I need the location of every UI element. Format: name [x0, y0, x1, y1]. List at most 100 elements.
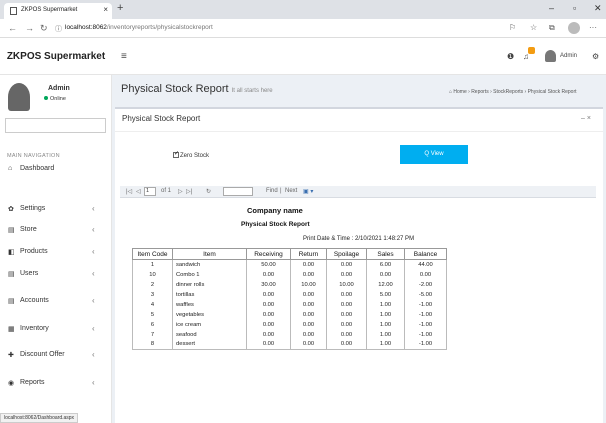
table-cell: 12.00 — [366, 279, 405, 290]
view-button[interactable]: Q View — [400, 145, 468, 164]
column-header: Spoilage — [326, 248, 367, 260]
url-field[interactable]: localhost:8062/inventoryreports/physical… — [65, 24, 213, 31]
prev-page-icon[interactable]: ◁ — [136, 188, 141, 195]
info-icon[interactable]: ⓘ — [55, 24, 62, 34]
avatar[interactable] — [545, 50, 556, 62]
table-cell: 0.00 — [326, 329, 367, 340]
collections-icon[interactable]: ⧉ — [549, 23, 555, 33]
online-status: Online — [44, 96, 66, 102]
notification-badge — [528, 47, 535, 54]
table-cell: -5.00 — [404, 289, 447, 300]
sidebar-search-input[interactable] — [5, 118, 106, 133]
table-cell: 0.00 — [246, 339, 291, 350]
eye-icon: ◉ — [8, 380, 15, 387]
breadcrumb[interactable]: ⌂ Home › Reports › StockReports › Physic… — [449, 89, 577, 95]
column-header: Item Code — [132, 248, 173, 260]
brand-logo[interactable]: ZKPOS Supermarket — [0, 39, 112, 75]
page-number-input[interactable]: 1 — [144, 187, 156, 196]
table-cell: 0.00 — [246, 299, 291, 310]
sidebar-item-label: Reports — [20, 379, 45, 386]
sidebar-item-inventory[interactable]: ▦ Inventory ‹ — [0, 321, 112, 337]
divider — [115, 131, 603, 132]
zero-stock-checkbox[interactable]: Zero Stock — [173, 150, 209, 159]
table-cell: 0.00 — [326, 299, 367, 310]
table-cell: 0.00 — [246, 289, 291, 300]
table-cell: 0.00 — [246, 309, 291, 320]
menu-toggle-icon[interactable]: ≡ — [121, 51, 127, 62]
table-cell: 0.00 — [326, 319, 367, 330]
export-icon[interactable]: ▣ ▾ — [303, 188, 313, 195]
table-cell: 5 — [132, 309, 173, 320]
first-page-icon[interactable]: |◁ — [126, 188, 132, 195]
more-icon[interactable]: ··· — [589, 23, 597, 32]
store-icon: ▤ — [8, 227, 15, 234]
new-tab-icon[interactable]: + — [117, 2, 123, 14]
page-subtitle: It all starts here — [231, 88, 273, 94]
chevron-left-icon: ‹ — [92, 378, 95, 387]
user-name: Admin — [48, 85, 70, 92]
settings-shield-icon[interactable]: ❶ — [507, 52, 514, 61]
users-icon: ▤ — [8, 271, 15, 278]
box-tools[interactable]: – × — [581, 115, 591, 122]
browser-tab[interactable]: ZKPOS Supermarket × — [4, 3, 112, 19]
sidebar-item-accounts[interactable]: ▤ Accounts ‹ — [0, 293, 112, 309]
chevron-left-icon: ‹ — [92, 296, 95, 305]
find-link[interactable]: Find — [266, 188, 278, 194]
favorite-icon[interactable]: ☆ — [530, 23, 537, 32]
find-next-link[interactable]: Next — [285, 188, 297, 194]
profile-icon[interactable] — [568, 22, 580, 34]
header-user-name[interactable]: Admin — [560, 53, 577, 59]
table-cell: 0.00 — [290, 339, 327, 350]
sidebar-item-discount-offer[interactable]: ✚ Discount Offer ‹ — [0, 347, 112, 363]
table-cell: 44.00 — [404, 259, 447, 270]
sidebar-item-dashboard[interactable]: ⌂ Dashboard — [0, 161, 112, 177]
column-header: Balance — [404, 248, 447, 260]
sidebar-item-reports[interactable]: ◉ Reports ‹ — [0, 375, 112, 391]
table-cell: 50.00 — [246, 259, 291, 270]
forward-icon[interactable]: → — [25, 23, 34, 33]
status-bar-url: localhost:8062/Dashboard.aspx — [0, 413, 79, 423]
last-page-icon[interactable]: ▷| — [186, 188, 192, 195]
table-cell: 2 — [132, 279, 173, 290]
sidebar-item-settings[interactable]: ✿ Settings ‹ — [0, 201, 112, 217]
table-cell: -2.00 — [404, 279, 447, 290]
gear-icon[interactable]: ⚙ — [592, 52, 599, 61]
table-cell: 10 — [132, 269, 173, 280]
column-header: Item — [172, 248, 247, 260]
next-page-icon[interactable]: ▷ — [178, 188, 183, 195]
translate-icon[interactable]: ⚐ — [509, 23, 516, 32]
back-icon[interactable]: ← — [8, 23, 17, 33]
sidebar-item-products[interactable]: ◧ Products ‹ — [0, 244, 112, 260]
sidebar-item-users[interactable]: ▤ Users ‹ — [0, 266, 112, 282]
checkbox-icon[interactable] — [173, 150, 179, 158]
table-cell: 1.00 — [366, 329, 405, 340]
company-name: Company name — [247, 206, 303, 215]
close-window-icon[interactable]: ✕ — [594, 3, 602, 14]
plus-icon: ✚ — [8, 352, 14, 359]
table-cell: 6 — [132, 319, 173, 330]
report-toolbar: |◁ ◁ 1 of 1 ▷ ▷| ↻ Find | Next ▣ ▾ — [120, 186, 596, 198]
main-nav-label: MAIN NAVIGATION — [7, 153, 60, 159]
reload-icon[interactable]: ↻ — [40, 23, 48, 34]
table-cell: seafood — [172, 329, 247, 340]
table-cell: 0.00 — [246, 269, 291, 280]
maximize-icon[interactable]: ▫ — [573, 3, 576, 13]
browser-tab-bar: ZKPOS Supermarket × + – ▫ ✕ — [0, 0, 606, 19]
table-cell: 10.00 — [326, 279, 367, 290]
minimize-icon[interactable]: – — [549, 3, 554, 13]
table-cell: 0.00 — [290, 269, 327, 280]
table-cell: 0.00 — [326, 309, 367, 320]
gear-icon: ✿ — [8, 206, 14, 213]
table-cell: ice cream — [172, 319, 247, 330]
table-cell: 0.00 — [366, 269, 405, 280]
sidebar-item-store[interactable]: ▤ Store ‹ — [0, 222, 112, 238]
refresh-icon[interactable]: ↻ — [206, 188, 211, 195]
find-input[interactable] — [223, 187, 253, 196]
sidebar-item-label: Products — [20, 248, 48, 255]
chevron-left-icon: ‹ — [92, 247, 95, 256]
chevron-left-icon: ‹ — [92, 350, 95, 359]
tab-close-icon[interactable]: × — [103, 5, 108, 14]
chevron-left-icon: ‹ — [92, 225, 95, 234]
table-cell: 30.00 — [246, 279, 291, 290]
table-cell: 0.00 — [290, 319, 327, 330]
